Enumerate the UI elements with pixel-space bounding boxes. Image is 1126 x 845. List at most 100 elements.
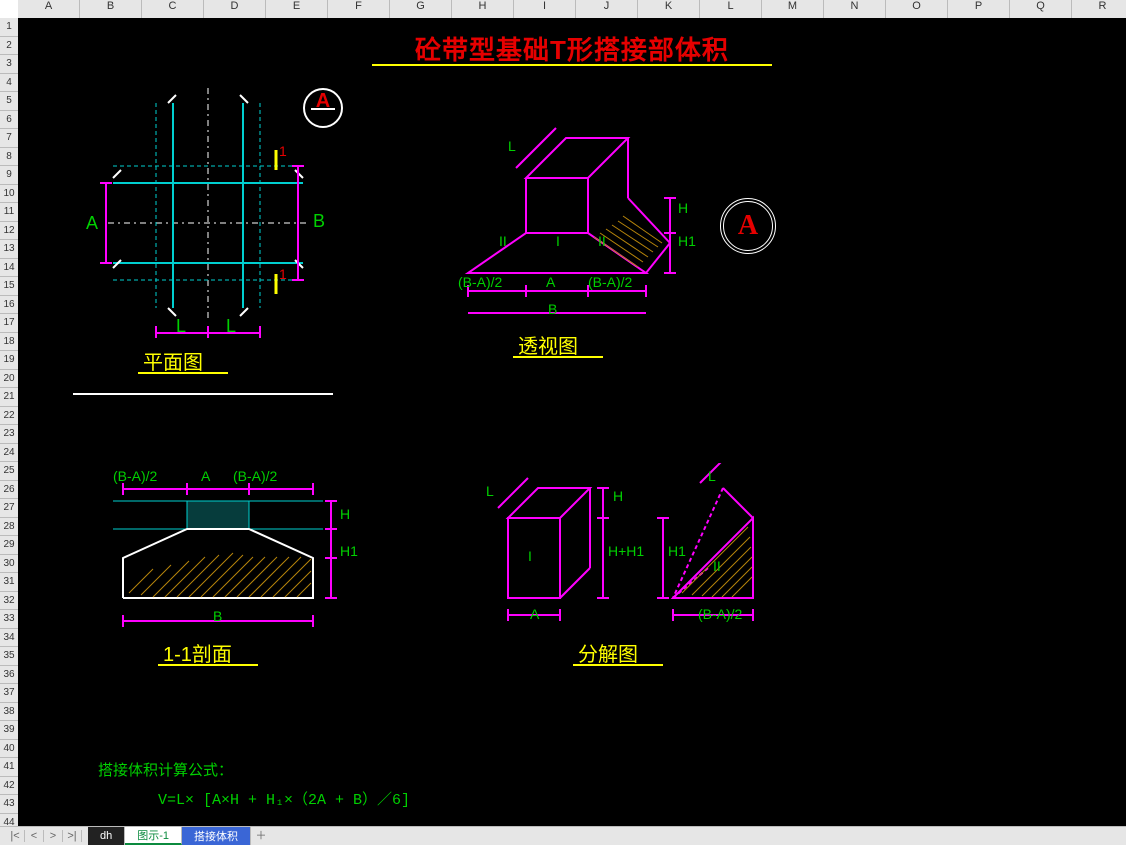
- tab-nav-prev-icon[interactable]: <: [25, 830, 44, 842]
- row-header[interactable]: 3: [0, 55, 18, 74]
- row-header[interactable]: 12: [0, 222, 18, 241]
- tab-nav-first-icon[interactable]: |<: [6, 830, 25, 842]
- persp-ba2-left: (B-A)/2: [458, 274, 502, 290]
- col-header[interactable]: I: [514, 0, 576, 18]
- tab-add-icon[interactable]: ＋: [251, 827, 271, 845]
- row-header[interactable]: 18: [0, 333, 18, 352]
- row-header[interactable]: 32: [0, 592, 18, 611]
- sec-ba2-r: (B-A)/2: [233, 468, 277, 484]
- tab-active[interactable]: 图示-1: [125, 827, 182, 845]
- row-header[interactable]: 28: [0, 518, 18, 537]
- row-header[interactable]: 7: [0, 129, 18, 148]
- row-header[interactable]: 20: [0, 370, 18, 389]
- row-header[interactable]: 11: [0, 203, 18, 222]
- tabs: dh 图示-1 搭接体积 ＋: [88, 827, 271, 845]
- persp-I: I: [556, 233, 560, 249]
- row-header[interactable]: 2: [0, 37, 18, 56]
- row-header[interactable]: 39: [0, 721, 18, 740]
- row-header[interactable]: 17: [0, 314, 18, 333]
- caption-decompose-line: [573, 664, 663, 666]
- caption-decompose: 分解图: [578, 638, 638, 667]
- row-header[interactable]: 8: [0, 148, 18, 167]
- row-header[interactable]: 21: [0, 388, 18, 407]
- sec-A: A: [201, 468, 210, 484]
- dim-label-L1-plan: L: [176, 316, 186, 337]
- row-header[interactable]: 40: [0, 740, 18, 759]
- persp-ba2-right: (B-A)/2: [588, 274, 632, 290]
- plan-view-svg: [78, 78, 338, 338]
- row-header[interactable]: 23: [0, 425, 18, 444]
- row-header[interactable]: 25: [0, 462, 18, 481]
- col-header[interactable]: R: [1072, 0, 1126, 18]
- row-header[interactable]: 5: [0, 92, 18, 111]
- drawing-canvas: 砼带型基础T形搭接部体积: [18, 18, 1126, 827]
- row-header[interactable]: 31: [0, 573, 18, 592]
- col-header[interactable]: Q: [1010, 0, 1072, 18]
- persp-H1: H1: [678, 233, 696, 249]
- col-header[interactable]: A: [18, 0, 80, 18]
- row-header[interactable]: 16: [0, 296, 18, 315]
- column-headers: ABCDEFGHIJKLMNOPQR: [18, 0, 1126, 19]
- row-header[interactable]: 22: [0, 407, 18, 426]
- sec-ba2-l: (B-A)/2: [113, 468, 157, 484]
- col-header[interactable]: G: [390, 0, 452, 18]
- row-header[interactable]: 43: [0, 795, 18, 814]
- section-svg: [93, 483, 353, 643]
- perspective-svg: [438, 113, 698, 323]
- row-header[interactable]: 37: [0, 684, 18, 703]
- row-header[interactable]: 15: [0, 277, 18, 296]
- row-header[interactable]: 26: [0, 481, 18, 500]
- section-marker-label: A: [316, 90, 330, 113]
- col-header[interactable]: N: [824, 0, 886, 18]
- dec-I: I: [528, 548, 532, 564]
- row-header[interactable]: 19: [0, 351, 18, 370]
- row-header[interactable]: 30: [0, 555, 18, 574]
- row-header[interactable]: 24: [0, 444, 18, 463]
- row-header[interactable]: 36: [0, 666, 18, 685]
- page-title: 砼带型基础T形搭接部体积: [18, 30, 1126, 67]
- row-header[interactable]: 29: [0, 536, 18, 555]
- caption-perspective-line: [513, 356, 603, 358]
- col-header[interactable]: H: [452, 0, 514, 18]
- row-header[interactable]: 35: [0, 647, 18, 666]
- row-header[interactable]: 42: [0, 777, 18, 796]
- col-header[interactable]: D: [204, 0, 266, 18]
- col-header[interactable]: P: [948, 0, 1010, 18]
- row-header[interactable]: 1: [0, 18, 18, 37]
- spreadsheet-window: ABCDEFGHIJKLMNOPQR 123456789101112131415…: [0, 0, 1126, 845]
- persp-H: H: [678, 200, 688, 216]
- col-header[interactable]: O: [886, 0, 948, 18]
- row-header[interactable]: 4: [0, 74, 18, 93]
- col-header[interactable]: B: [80, 0, 142, 18]
- col-header[interactable]: C: [142, 0, 204, 18]
- dec-H1: H1: [668, 543, 686, 559]
- col-header[interactable]: K: [638, 0, 700, 18]
- persp-II-left: II: [499, 233, 507, 249]
- tab-other[interactable]: 搭接体积: [182, 827, 251, 845]
- caption-section: 1-1剖面: [163, 638, 232, 667]
- row-header[interactable]: 41: [0, 758, 18, 777]
- dec-H: H: [613, 488, 623, 504]
- col-header[interactable]: E: [266, 0, 328, 18]
- col-header[interactable]: F: [328, 0, 390, 18]
- tab-dh[interactable]: dh: [88, 827, 125, 845]
- row-header[interactable]: 9: [0, 166, 18, 185]
- row-header[interactable]: 10: [0, 185, 18, 204]
- row-header[interactable]: 34: [0, 629, 18, 648]
- detail-badge-label: A: [738, 210, 758, 242]
- row-header[interactable]: 27: [0, 499, 18, 518]
- row-header[interactable]: 38: [0, 703, 18, 722]
- row-header[interactable]: 14: [0, 259, 18, 278]
- dec-HH1: H+H1: [608, 543, 644, 559]
- col-header[interactable]: L: [700, 0, 762, 18]
- row-header[interactable]: 6: [0, 111, 18, 130]
- row-header[interactable]: 13: [0, 240, 18, 259]
- section-num-top: 1: [279, 143, 287, 159]
- tab-nav-last-icon[interactable]: >|: [63, 830, 82, 842]
- tab-nav-next-icon[interactable]: >: [44, 830, 63, 842]
- caption-perspective: 透视图: [518, 330, 578, 359]
- title-underline: [372, 64, 772, 66]
- col-header[interactable]: M: [762, 0, 824, 18]
- col-header[interactable]: J: [576, 0, 638, 18]
- row-header[interactable]: 33: [0, 610, 18, 629]
